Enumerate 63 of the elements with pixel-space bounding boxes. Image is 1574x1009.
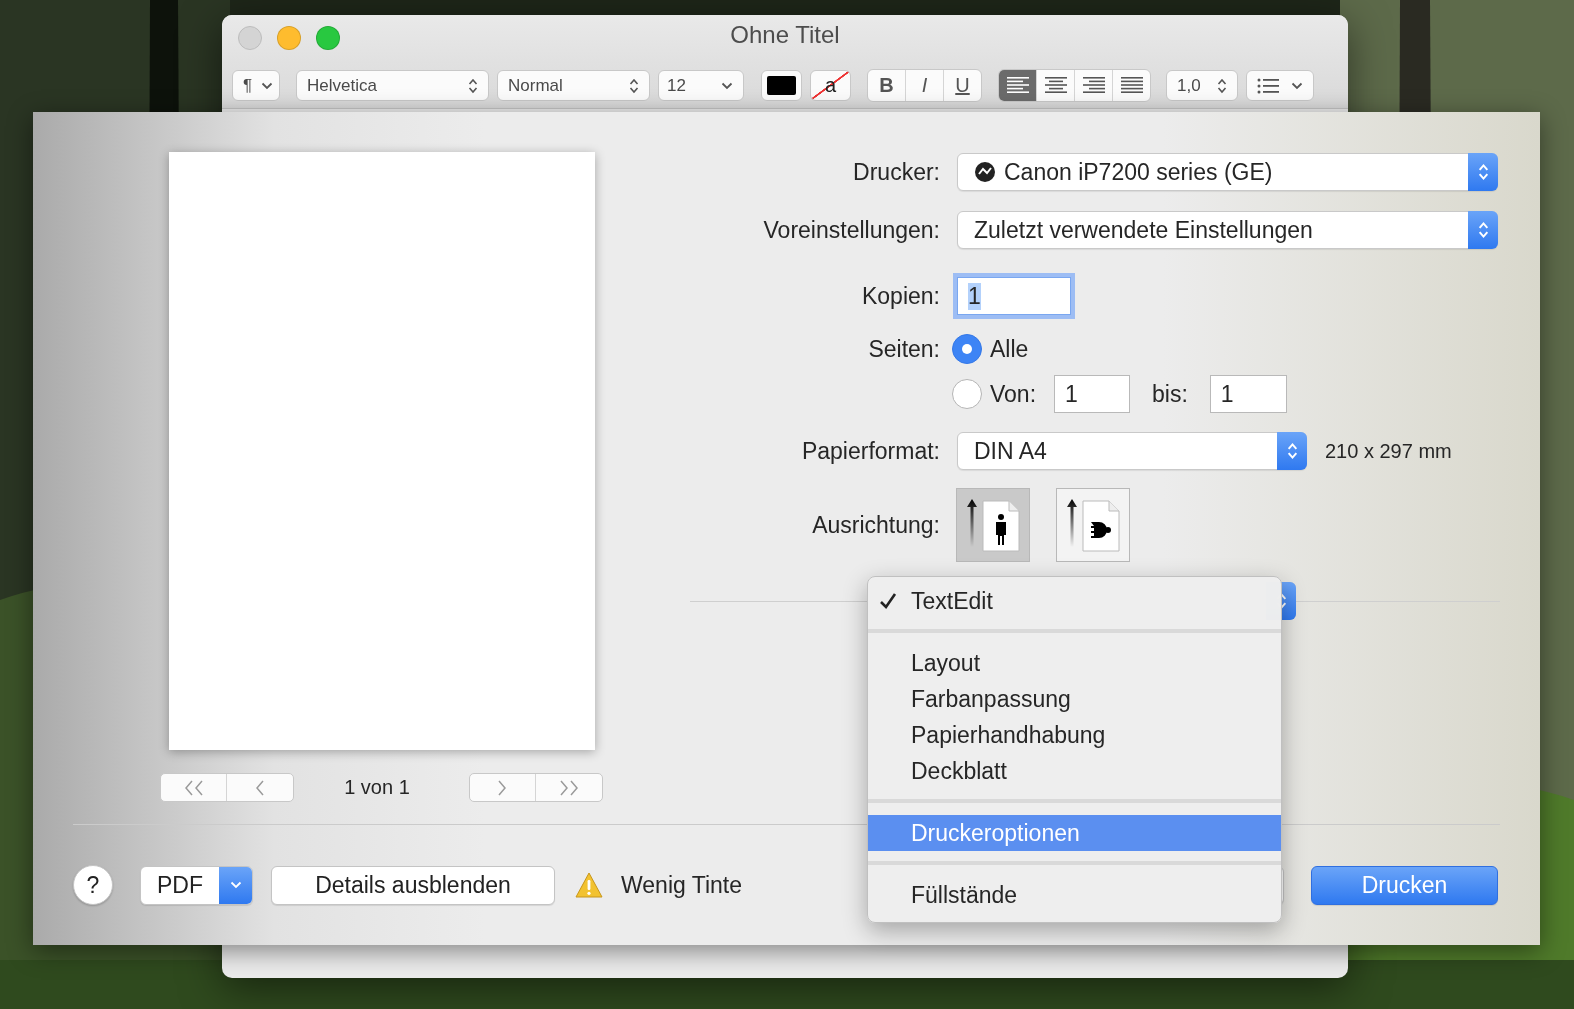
align-button[interactable] — [999, 70, 1037, 101]
double-chevron-right-icon — [557, 778, 581, 797]
paper-size-popup[interactable]: DIN A4 — [957, 432, 1307, 470]
align-right-icon — [1082, 77, 1105, 94]
align-center-icon — [1044, 77, 1067, 94]
warning-text: Wenig Tinte — [621, 871, 743, 899]
field-label: Papierformat: — [800, 437, 940, 465]
font-style-popup[interactable]: Normal — [497, 70, 650, 101]
chevron-down-icon — [261, 81, 273, 90]
field-label: Seiten: — [867, 335, 940, 363]
chevron-down-icon — [229, 881, 242, 889]
page-count: 1 von 1 — [344, 776, 410, 799]
align-left-icon — [1006, 77, 1029, 94]
list-style-button[interactable] — [1246, 70, 1314, 101]
printer-status-icon — [974, 161, 996, 183]
list-icon — [1257, 77, 1279, 94]
field-label: Kopien: — [861, 282, 940, 310]
window-title: Ohne Titel — [730, 21, 840, 49]
orientation-button[interactable] — [1056, 488, 1130, 562]
radio-label: Von: — [990, 380, 1037, 408]
orientation-button[interactable] — [956, 488, 1030, 562]
chevron-down-icon — [1291, 81, 1303, 90]
radio-button[interactable] — [952, 334, 982, 364]
pdf-button[interactable]: PDF — [140, 865, 253, 905]
chevron-left-icon — [254, 778, 266, 797]
stepper-icon — [1277, 432, 1307, 470]
stepper-icon — [468, 76, 478, 95]
menu-item[interactable]: Füllstände — [868, 877, 1281, 913]
menu-item[interactable]: Farbanpassung — [868, 681, 1281, 717]
radio-button[interactable] — [952, 379, 982, 409]
font-size-combo[interactable]: 12 — [658, 70, 744, 101]
text-color-well[interactable] — [761, 70, 802, 101]
paragraph-style-button[interactable]: ¶ — [232, 70, 280, 101]
align-justify-icon — [1120, 77, 1143, 94]
field-label: Voreinstellungen: — [762, 216, 940, 244]
stepper-icon — [1217, 76, 1227, 95]
font-family-popup[interactable]: Helvetica — [296, 70, 489, 101]
from-page-field[interactable]: 1 — [1054, 375, 1131, 413]
to-page-field[interactable]: 1 — [1209, 375, 1287, 413]
paper-dimensions: 210 x 297 mm — [1325, 439, 1452, 463]
warning-icon — [575, 872, 603, 898]
bold-button[interactable]: B — [868, 70, 906, 101]
stepper-icon — [629, 76, 639, 95]
menu-item[interactable]: Deckblatt — [868, 753, 1281, 789]
printer-popup[interactable]: Canon iP7200 series (GE) — [957, 153, 1498, 191]
field-label: Drucker: — [852, 158, 940, 186]
details-button[interactable]: Details ausblenden — [271, 865, 555, 905]
radio-label: Alle — [990, 335, 1029, 363]
menu-item[interactable]: Papierhandhabung — [868, 717, 1281, 753]
zoom-window-button[interactable] — [316, 26, 340, 50]
help-button[interactable]: ? — [73, 865, 113, 905]
stepper-icon — [1468, 211, 1498, 249]
underline-button[interactable]: U — [944, 70, 981, 101]
menu-item[interactable]: TextEdit — [868, 583, 1281, 619]
chevron-down-icon — [721, 81, 733, 90]
menu-item[interactable]: Layout — [868, 645, 1281, 681]
italic-button[interactable]: I — [906, 70, 944, 101]
chevron-right-icon — [496, 778, 509, 797]
stepper-icon — [1468, 153, 1498, 191]
field-label: bis: — [1152, 380, 1188, 408]
field-label: Ausrichtung: — [811, 511, 940, 539]
line-spacing-popup[interactable]: 1,0 — [1166, 70, 1238, 101]
presets-popup[interactable]: Zuletzt verwendete Einstellungen — [957, 211, 1498, 249]
